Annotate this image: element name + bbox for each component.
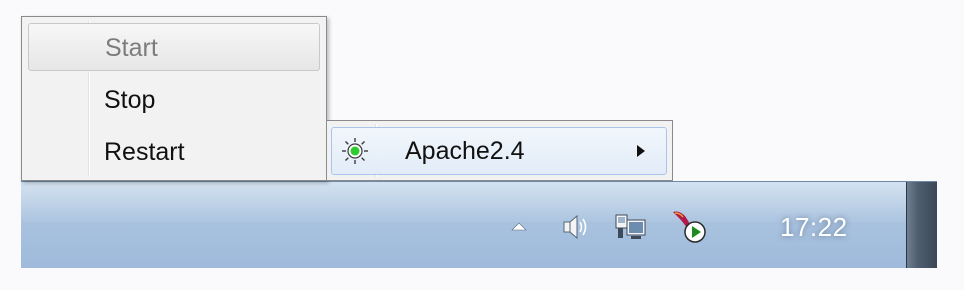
service-label: Apache2.4 — [405, 137, 525, 165]
taskbar: 17:22 — [21, 181, 937, 268]
show-hidden-icons-button[interactable] — [504, 212, 534, 242]
stop-label: Stop — [104, 86, 156, 114]
apache-monitor-tray-button[interactable] — [669, 208, 709, 244]
screen: 17:22 Start Stop Restart Apache2.4 — [0, 0, 964, 290]
start-label: Start — [105, 34, 158, 62]
submenu-arrow-icon — [637, 145, 645, 157]
clock[interactable]: 17:22 — [780, 212, 848, 243]
start-menu-item[interactable]: Start — [28, 23, 320, 71]
network-icon — [615, 214, 646, 239]
service-action-menu: Start Stop Restart — [21, 16, 327, 181]
restart-label: Restart — [104, 138, 185, 166]
volume-icon — [563, 214, 587, 240]
up-arrow-icon — [511, 222, 527, 231]
volume-button[interactable] — [559, 212, 589, 242]
show-desktop-button[interactable] — [906, 182, 937, 268]
apache-monitor-icon — [673, 211, 706, 243]
service-item-apache[interactable]: Apache2.4 — [331, 127, 667, 175]
services-menu: Apache2.4 — [326, 120, 673, 181]
running-light-icon — [342, 138, 368, 164]
stop-menu-item[interactable]: Stop — [28, 76, 320, 124]
network-button[interactable] — [613, 212, 649, 242]
restart-menu-item[interactable]: Restart — [28, 128, 320, 176]
